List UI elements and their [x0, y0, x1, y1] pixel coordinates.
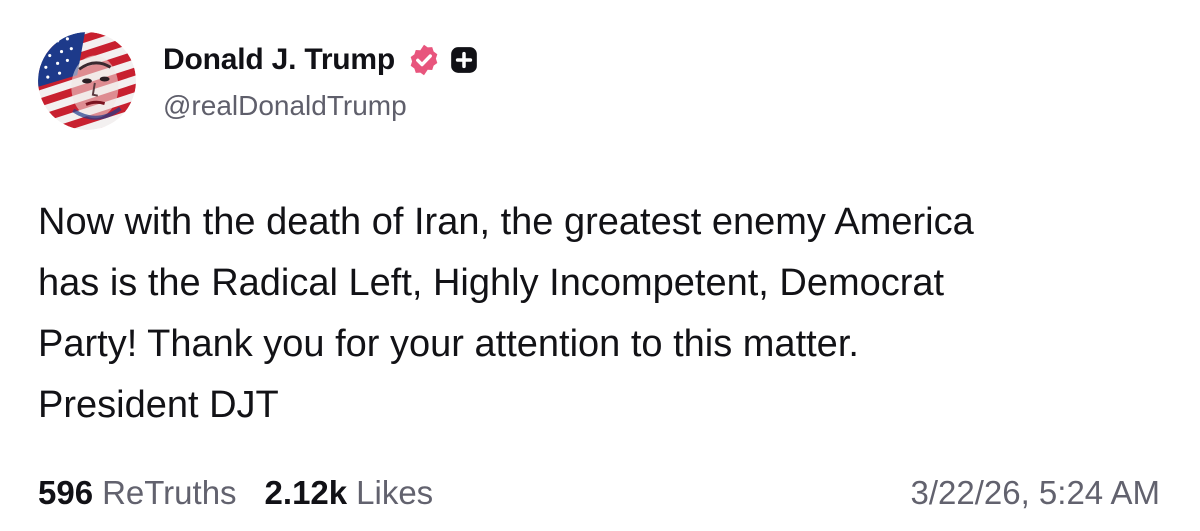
- verified-badge-icon: [407, 43, 441, 77]
- post-text-line: President DJT: [38, 384, 279, 426]
- retruths-count: 596: [38, 474, 94, 511]
- author-block: Donald J. Trump @realDonaldTrump: [163, 40, 478, 122]
- plus-badge-icon: [450, 46, 478, 74]
- likes-count: 2.12k: [264, 474, 348, 511]
- post-text-line: Now with the death of Iran, the greatest…: [38, 201, 974, 243]
- likes-stat[interactable]: 2.12k Likes: [265, 474, 434, 512]
- post-timestamp[interactable]: 3/22/26, 5:24 AM: [910, 474, 1160, 512]
- author-name-row: Donald J. Trump: [163, 40, 478, 80]
- retruths-stat[interactable]: 596 ReTruths: [38, 474, 237, 512]
- likes-label: Likes: [356, 474, 434, 511]
- post-text: Now with the death of Iran, the greatest…: [38, 192, 1168, 436]
- avatar-flag-portrait-icon: [38, 32, 136, 130]
- avatar[interactable]: [38, 32, 136, 130]
- author-display-name[interactable]: Donald J. Trump: [163, 43, 395, 77]
- retruths-label: ReTruths: [102, 474, 237, 511]
- post-footer: 596 ReTruths 2.12k Likes 3/22/26, 5:24 A…: [38, 470, 1160, 516]
- post-card: Donald J. Trump @realDonaldTrump Now wit…: [0, 0, 1200, 531]
- author-handle[interactable]: @realDonaldTrump: [163, 90, 478, 122]
- post-text-line: Party! Thank you for your attention to t…: [38, 323, 859, 365]
- post-text-line: has is the Radical Left, Highly Incompet…: [38, 262, 945, 304]
